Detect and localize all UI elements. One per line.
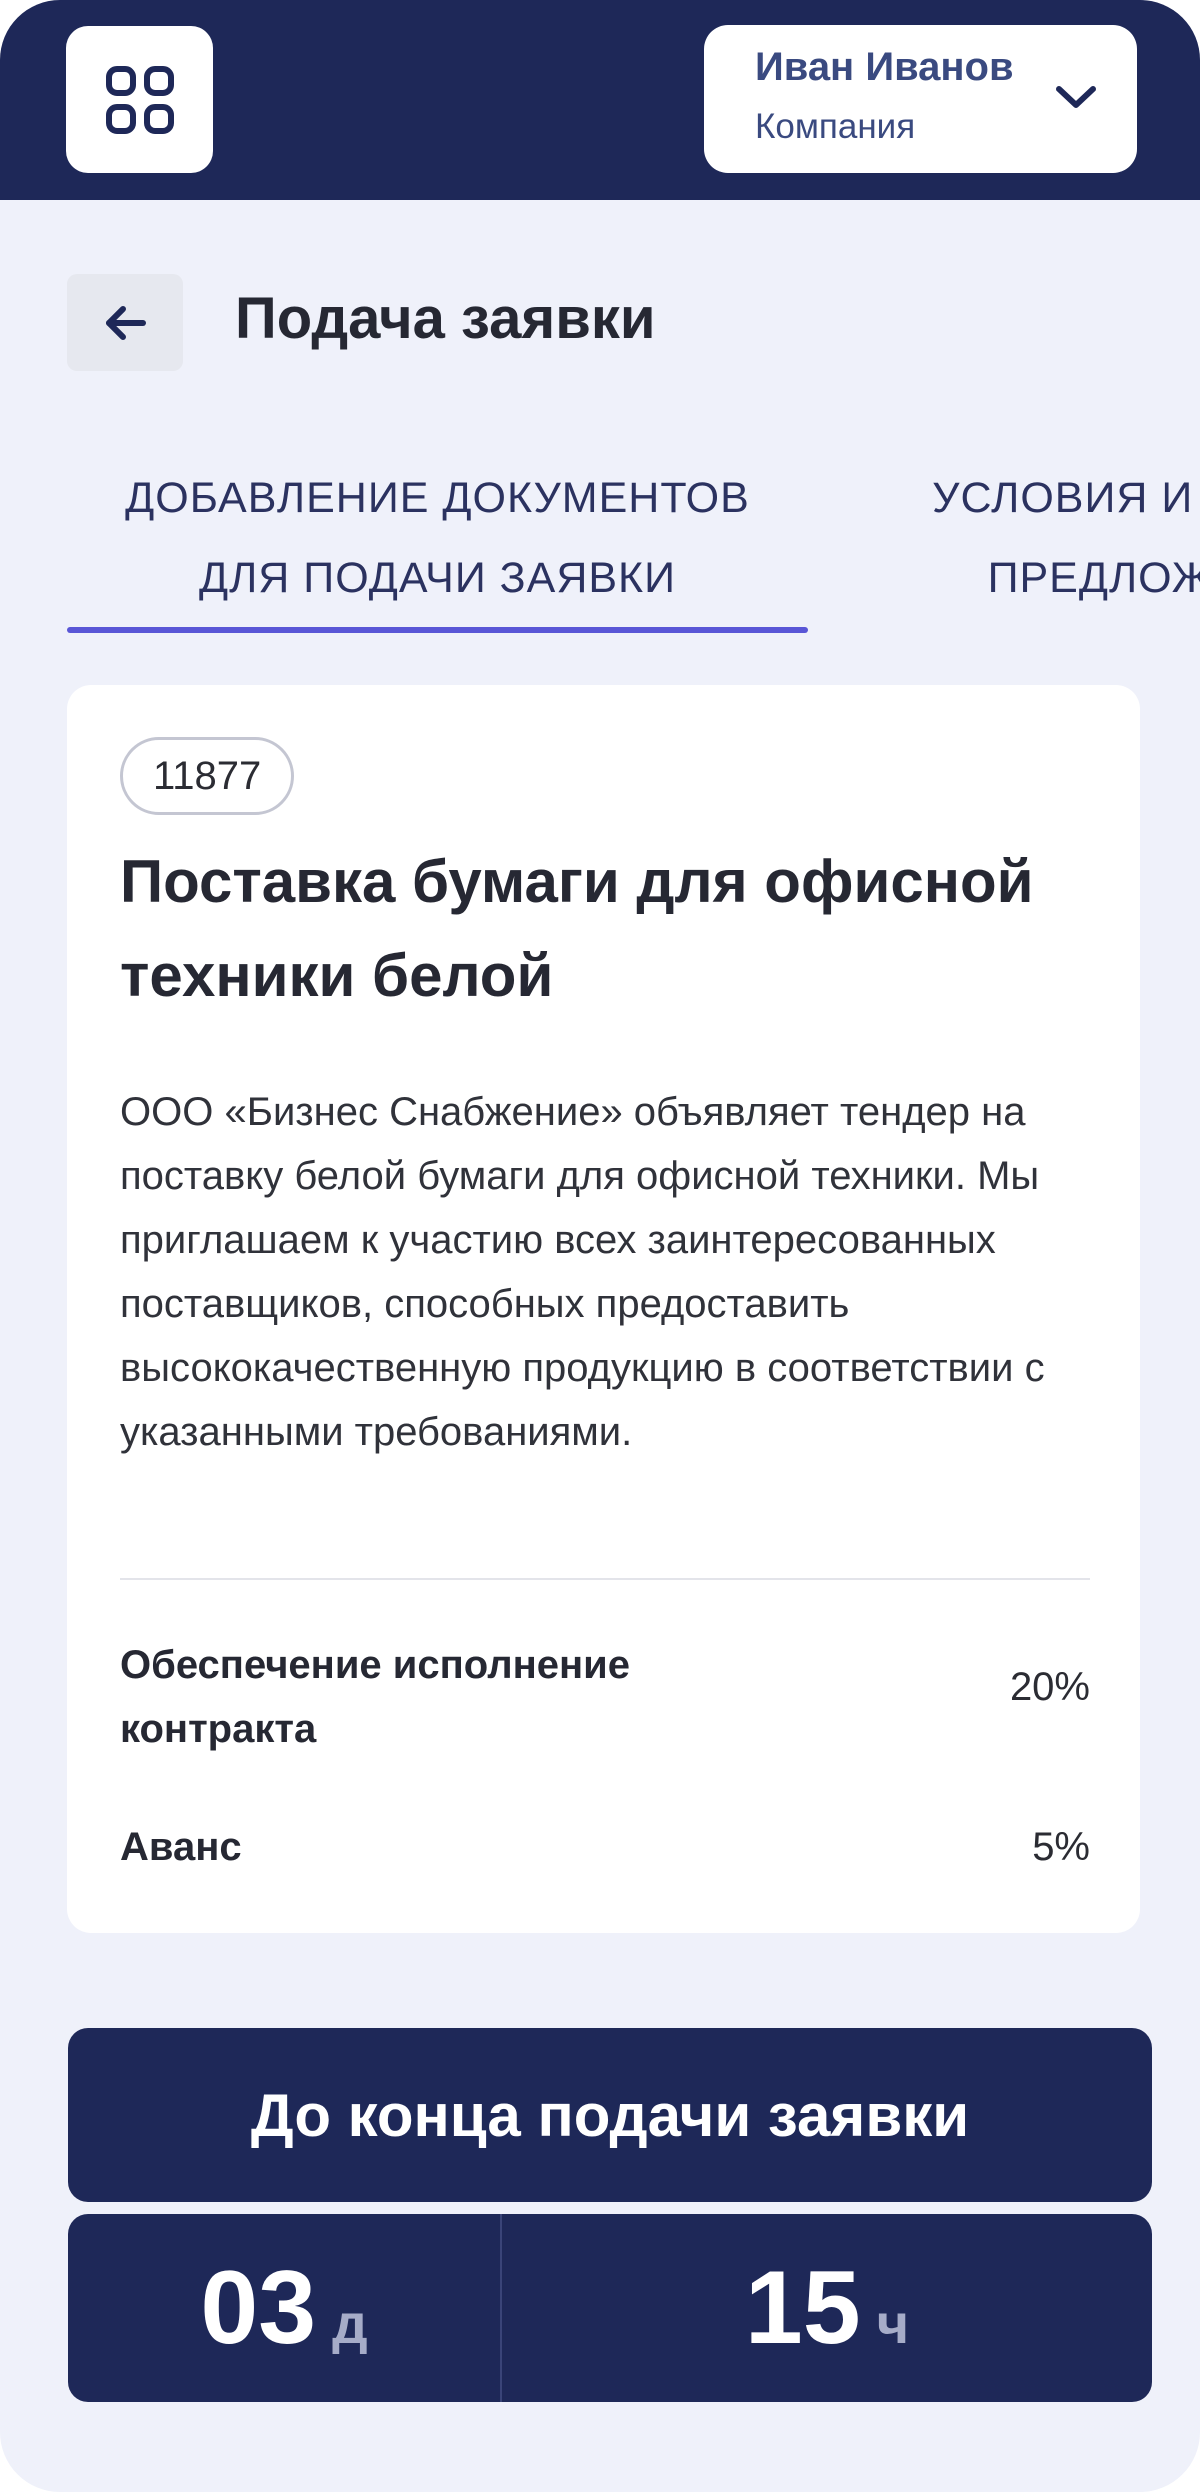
detail-row: Обеспечение исполнение контракта 20% <box>120 1633 1090 1763</box>
detail-label: Аванс <box>120 1825 242 1869</box>
tab-add-documents[interactable]: ДОБАВЛЕНИЕ ДОКУМЕНТОВ ДЛЯ ПОДАЧИ ЗАЯВКИ <box>67 458 808 618</box>
tab-label-line: ДЛЯ ПОДАЧИ ЗАЯВКИ <box>198 554 677 602</box>
deadline-banner: До конца подачи заявки <box>68 2028 1152 2202</box>
countdown-hours-unit: ч <box>876 2291 910 2355</box>
tab-label-line: УСЛОВИЯ И ПА <box>932 474 1200 522</box>
divider <box>120 1578 1090 1580</box>
countdown-hours-value: 15 <box>744 2249 861 2366</box>
user-company: Компания <box>755 107 916 146</box>
detail-label: Обеспечение исполнение контракта <box>120 1643 631 1751</box>
page-title: Подача заявки <box>235 286 656 351</box>
arrow-left-icon <box>106 305 146 340</box>
tender-title: Поставка бумаги для офисной техники бело… <box>120 848 1034 1009</box>
tender-card: 11877 Поставка бумаги для офисной техник… <box>67 685 1140 1933</box>
countdown-days: 03 д <box>68 2214 500 2402</box>
chevron-down-icon <box>1056 86 1096 108</box>
countdown-timer: 03 д 15 ч <box>68 2214 1152 2402</box>
detail-value: 20% <box>1009 1665 1090 1709</box>
countdown-days-value: 03 <box>200 2249 317 2366</box>
user-name: Иван Иванов <box>755 45 1014 89</box>
user-menu-button[interactable]: Иван Иванов Компания <box>704 25 1137 173</box>
tender-id-badge: 11877 <box>120 737 295 815</box>
detail-row: Аванс 5% <box>120 1815 1090 1885</box>
top-bar: Иван Иванов Компания <box>0 0 1200 200</box>
tab-conditions[interactable]: УСЛОВИЯ И ПА ПРЕДЛОЖ <box>820 458 1200 618</box>
countdown-hours: 15 ч <box>502 2214 1152 2402</box>
tab-label-line: ПРЕДЛОЖ <box>987 554 1200 602</box>
tab-bar: ДОБАВЛЕНИЕ ДОКУМЕНТОВ ДЛЯ ПОДАЧИ ЗАЯВКИ … <box>0 440 1200 640</box>
tab-label-line: ДОБАВЛЕНИЕ ДОКУМЕНТОВ <box>125 474 750 522</box>
menu-button[interactable] <box>66 26 213 173</box>
countdown-days-unit: д <box>332 2291 368 2355</box>
app-screen: Иван Иванов Компания Подача заявки ДОБАВ… <box>0 0 1200 2492</box>
active-tab-indicator <box>67 627 808 633</box>
back-button[interactable] <box>67 274 183 371</box>
detail-value: 5% <box>1032 1825 1090 1869</box>
tender-description: ООО «Бизнес Снабжение» объявляет тендер … <box>120 1090 1045 1454</box>
grid-icon <box>105 65 174 134</box>
deadline-label: До конца подачи заявки <box>250 2081 970 2149</box>
